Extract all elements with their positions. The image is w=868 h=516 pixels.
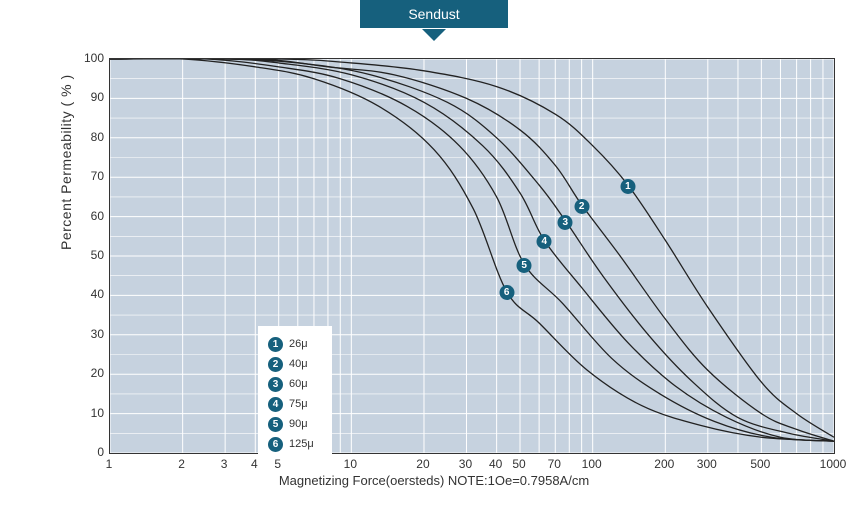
legend-label: 26μ xyxy=(289,338,308,350)
x-tick: 300 xyxy=(697,457,717,471)
legend-row-6: 6 125μ xyxy=(268,434,314,454)
x-tick: 3 xyxy=(221,457,228,471)
badge-icon: 1 xyxy=(268,337,283,352)
x-tick: 70 xyxy=(548,457,561,471)
x-tick: 500 xyxy=(750,457,770,471)
legend-box: 1 26μ 2 40μ 3 60μ 4 75μ 5 90μ 6 125μ xyxy=(258,326,332,462)
legend-row-5: 5 90μ xyxy=(268,414,314,434)
badge-icon: 6 xyxy=(268,437,283,452)
x-tick: 2 xyxy=(178,457,185,471)
curve-marker-1: 1 xyxy=(620,176,635,194)
y-tick: 30 xyxy=(68,327,104,341)
y-tick: 60 xyxy=(68,209,104,223)
legend-row-4: 4 75μ xyxy=(268,394,314,414)
curve-marker-3: 3 xyxy=(558,212,573,230)
y-tick: 10 xyxy=(68,406,104,420)
badge-icon: 5 xyxy=(517,258,532,273)
legend-row-2: 2 40μ xyxy=(268,354,314,374)
x-tick: 5 xyxy=(274,457,281,471)
plot-area: 126μ240μ360μ475μ590μ6125μ 123456 xyxy=(109,58,835,454)
x-tick: 100 xyxy=(582,457,602,471)
x-tick: 4 xyxy=(251,457,258,471)
x-tick: 1000 xyxy=(820,457,847,471)
y-tick: 100 xyxy=(68,51,104,65)
x-axis-label: Magnetizing Force(oersteds) NOTE:1Oe=0.7… xyxy=(0,473,868,488)
badge-icon: 3 xyxy=(268,377,283,392)
y-tick: 80 xyxy=(68,130,104,144)
badge-icon: 5 xyxy=(268,417,283,432)
y-tick: 0 xyxy=(68,445,104,459)
data-curves xyxy=(110,59,834,453)
legend-row-1: 1 26μ xyxy=(268,334,314,354)
banner-tail-icon xyxy=(422,29,446,41)
curve-marker-6: 6 xyxy=(499,282,514,300)
chart-banner: Sendust xyxy=(360,0,508,28)
chart-container: Sendust Percent Permeability ( % ) 126μ2… xyxy=(0,0,868,516)
curve-marker-2: 2 xyxy=(574,196,589,214)
banner-text: Sendust xyxy=(408,6,459,22)
x-tick: 50 xyxy=(512,457,525,471)
badge-icon: 4 xyxy=(537,234,552,249)
x-tick: 40 xyxy=(489,457,502,471)
x-tick: 200 xyxy=(654,457,674,471)
y-tick: 70 xyxy=(68,169,104,183)
curve-marker-4: 4 xyxy=(537,231,552,249)
x-tick: 30 xyxy=(459,457,472,471)
legend-label: 75μ xyxy=(289,398,308,410)
badge-icon: 4 xyxy=(268,397,283,412)
legend-row-3: 3 60μ xyxy=(268,374,314,394)
legend-label: 125μ xyxy=(289,438,314,450)
y-tick: 20 xyxy=(68,366,104,380)
x-tick: 20 xyxy=(416,457,429,471)
curve-marker-5: 5 xyxy=(517,255,532,273)
y-tick: 40 xyxy=(68,287,104,301)
badge-icon: 3 xyxy=(558,215,573,230)
legend-label: 60μ xyxy=(289,378,308,390)
badge-icon: 2 xyxy=(268,357,283,372)
y-tick: 50 xyxy=(68,248,104,262)
badge-icon: 6 xyxy=(499,285,514,300)
y-tick: 90 xyxy=(68,90,104,104)
legend-label: 90μ xyxy=(289,418,308,430)
legend-label: 40μ xyxy=(289,358,308,370)
badge-icon: 1 xyxy=(620,179,635,194)
badge-icon: 2 xyxy=(574,199,589,214)
x-tick: 10 xyxy=(344,457,357,471)
x-tick: 1 xyxy=(106,457,113,471)
